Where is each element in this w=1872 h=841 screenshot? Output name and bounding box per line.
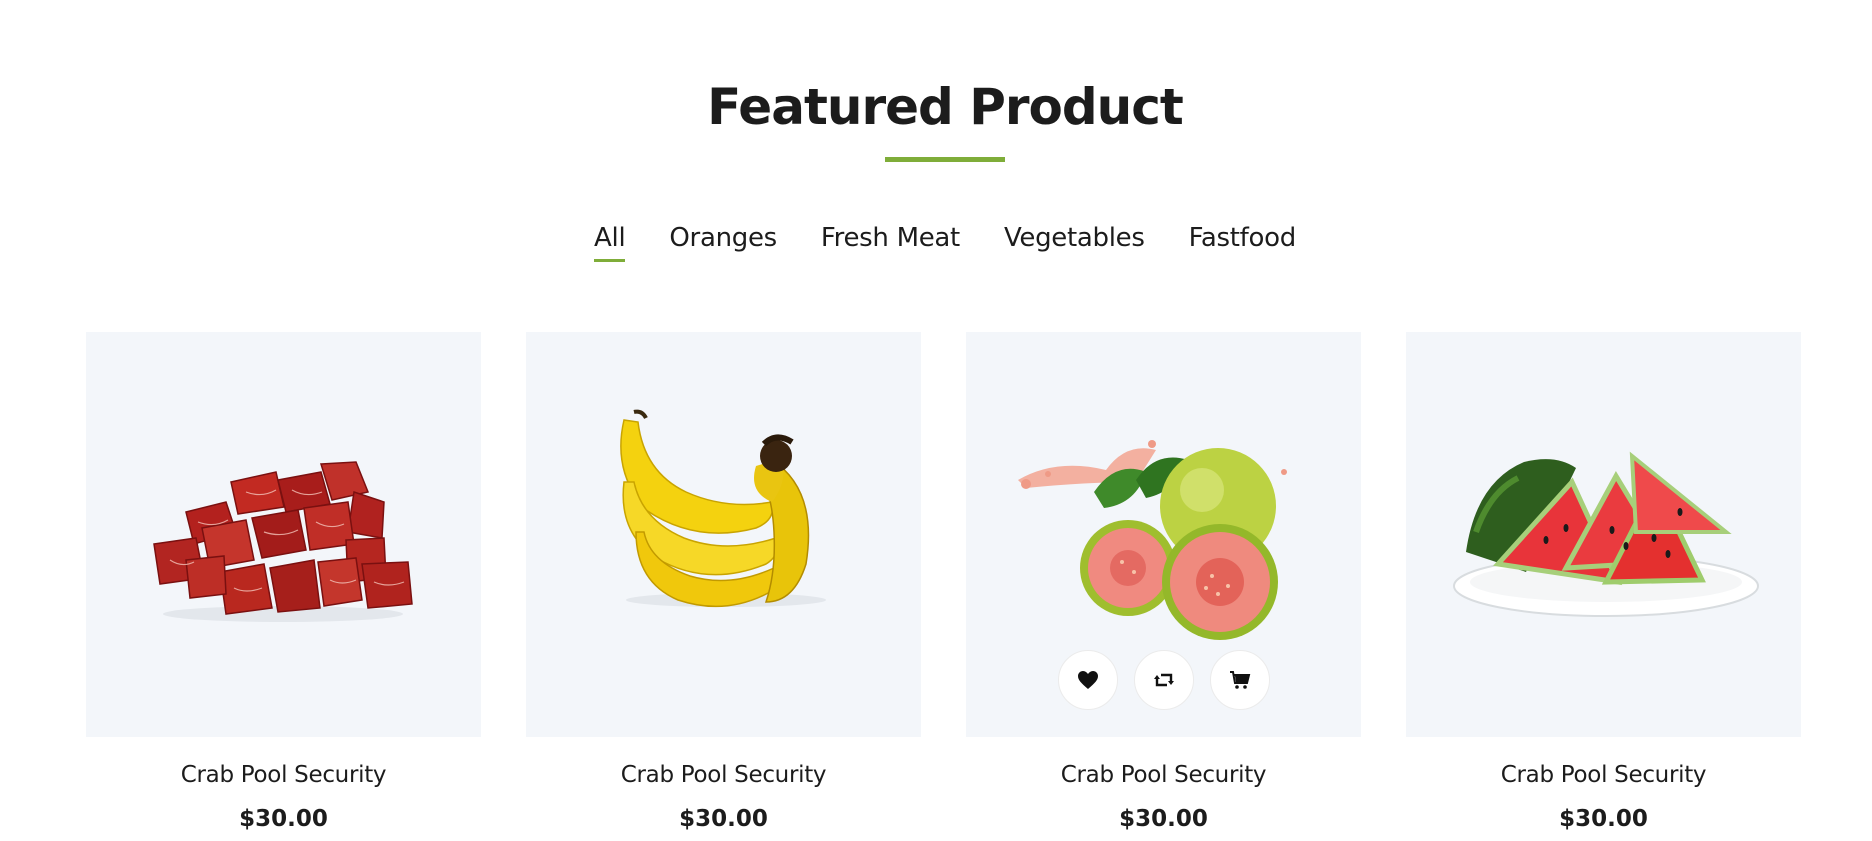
compare-button[interactable] (1133, 650, 1194, 710)
retweet-icon (1153, 673, 1174, 687)
product-image[interactable] (1406, 332, 1801, 737)
product-image[interactable] (966, 332, 1361, 737)
product-name[interactable]: Crab Pool Security (86, 759, 481, 791)
product-price: $30.00 (239, 806, 328, 832)
title-underline (885, 157, 1005, 162)
product-price: $30.00 (1119, 806, 1208, 832)
filter-tab-all[interactable]: All (594, 218, 626, 262)
featured-product-section: Featured Product All Oranges Fresh Meat … (0, 0, 1872, 841)
heart-icon (1077, 671, 1098, 689)
product-name[interactable]: Crab Pool Security (1406, 759, 1801, 791)
product-card[interactable]: Crab Pool Security $30.00 (1406, 332, 1801, 835)
product-name[interactable]: Crab Pool Security (526, 759, 921, 791)
product-price: $30.00 (1559, 806, 1648, 832)
product-name[interactable]: Crab Pool Security (966, 759, 1361, 791)
add-to-wishlist-button[interactable] (1057, 650, 1118, 710)
filter-tab-fastfood[interactable]: Fastfood (1189, 218, 1297, 258)
product-image[interactable] (526, 332, 921, 737)
product-grid: Crab Pool Security $30.00 Crab Pool Secu… (86, 332, 1801, 835)
cart-icon (1229, 671, 1250, 689)
product-image[interactable] (86, 332, 481, 737)
beef-cubes-image (153, 461, 413, 622)
product-card[interactable]: Crab Pool Security $30.00 (966, 332, 1361, 835)
watermelon-image (1453, 451, 1759, 617)
product-price: $30.00 (679, 806, 768, 832)
product-card[interactable]: Crab Pool Security $30.00 (86, 332, 481, 835)
section-title: Featured Product (707, 78, 1184, 136)
filter-tab-oranges[interactable]: Oranges (669, 218, 777, 258)
product-card[interactable]: Crab Pool Security $30.00 (526, 332, 921, 835)
filter-tab-fresh-meat[interactable]: Fresh Meat (821, 218, 960, 258)
product-hover-actions (966, 650, 1361, 710)
filter-tab-vegetables[interactable]: Vegetables (1004, 218, 1145, 258)
add-to-cart-button[interactable] (1209, 650, 1270, 710)
bananas-image (620, 409, 826, 608)
product-filter-tabs: All Oranges Fresh Meat Vegetables Fastfo… (0, 218, 1872, 262)
